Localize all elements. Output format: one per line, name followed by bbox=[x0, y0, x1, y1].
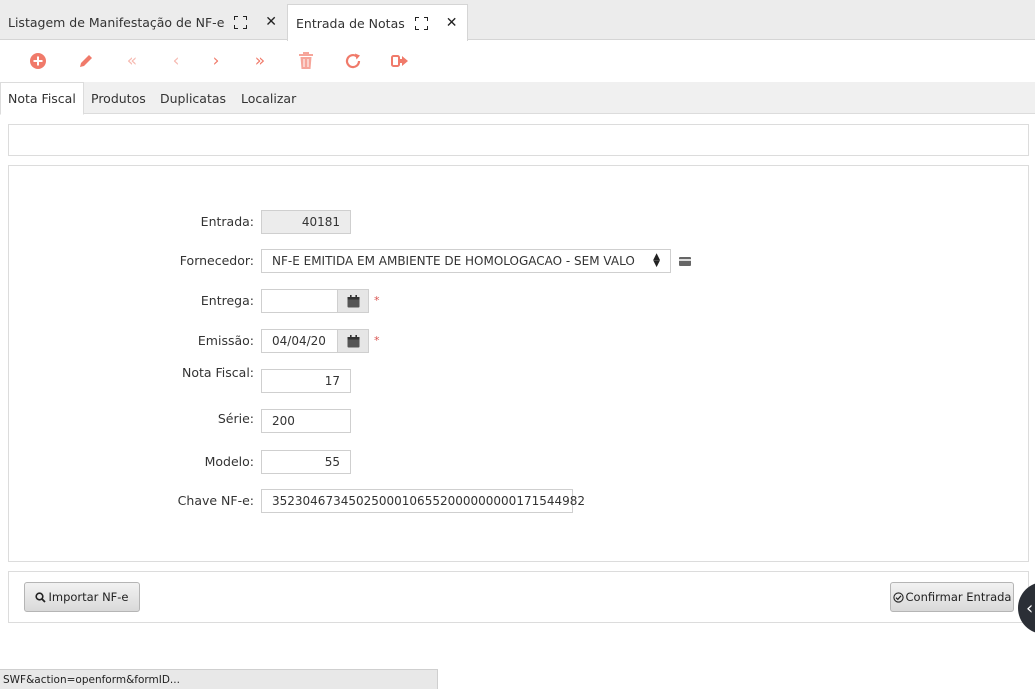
fornecedor-label: Fornecedor: bbox=[179, 253, 254, 268]
tab-nota-fiscal[interactable]: Nota Fiscal bbox=[0, 82, 84, 115]
importar-nfe-button[interactable]: Importar NF-e bbox=[24, 582, 140, 612]
info-panel bbox=[8, 124, 1029, 156]
emissao-date-input[interactable]: 04/04/20 bbox=[261, 329, 338, 353]
maximize-icon[interactable] bbox=[414, 16, 428, 30]
tab-duplicatas[interactable]: Duplicatas bbox=[160, 82, 226, 114]
tab-listagem-manifestacao[interactable]: Listagem de Manifestação de NF-e ✕ bbox=[0, 4, 285, 40]
maximize-icon[interactable] bbox=[234, 15, 248, 29]
tab-localizar[interactable]: Localizar bbox=[241, 82, 296, 114]
form-section-tabs: Nota Fiscal Produtos Duplicatas Localiza… bbox=[0, 82, 1035, 115]
serie-label: Série: bbox=[217, 411, 254, 426]
document-tab-bar: Listagem de Manifestação de NF-e ✕ Entra… bbox=[0, 0, 1035, 41]
card-icon[interactable] bbox=[679, 257, 691, 266]
select-arrows-icon: ▲ ▼ bbox=[653, 252, 660, 269]
nota-fiscal-form: Entrada: 40181 Fornecedor: NF-E EMITIDA … bbox=[8, 165, 1029, 562]
last-icon[interactable]: » bbox=[249, 50, 271, 72]
status-bar: SWF&action=openform&formID... bbox=[0, 669, 438, 689]
modelo-input[interactable]: 55 bbox=[261, 450, 351, 474]
nota-fiscal-label: Nota Fiscal: bbox=[181, 365, 254, 380]
entrega-label: Entrega: bbox=[200, 293, 254, 308]
tab-label: Listagem de Manifestação de NF-e bbox=[8, 14, 225, 30]
next-icon[interactable]: › bbox=[205, 50, 227, 72]
fornecedor-select[interactable]: NF-E EMITIDA EM AMBIENTE DE HOMOLOGACAO … bbox=[261, 249, 671, 273]
prev-icon[interactable]: ‹ bbox=[165, 50, 187, 72]
tab-produtos[interactable]: Produtos bbox=[91, 82, 146, 114]
importar-label: Importar NF-e bbox=[48, 590, 129, 604]
edit-icon[interactable] bbox=[75, 50, 97, 72]
confirmar-label: Confirmar Entrada bbox=[905, 590, 1012, 604]
nota-fiscal-input[interactable]: 17 bbox=[261, 369, 351, 393]
check-circle-icon bbox=[892, 591, 904, 603]
calendar-icon[interactable] bbox=[337, 329, 369, 353]
entrega-date-input[interactable] bbox=[261, 289, 338, 313]
entrada-label: Entrada: bbox=[200, 214, 254, 229]
exit-icon[interactable] bbox=[389, 50, 411, 72]
delete-icon[interactable] bbox=[295, 50, 317, 72]
modelo-label: Modelo: bbox=[204, 454, 254, 469]
emissao-label: Emissão: bbox=[197, 333, 254, 348]
first-icon[interactable]: « bbox=[121, 50, 143, 72]
search-icon bbox=[35, 591, 47, 603]
chave-input[interactable]: 3523046734502500010655200000000017154498… bbox=[261, 489, 585, 513]
fornecedor-value: NF-E EMITIDA EM AMBIENTE DE HOMOLOGACAO … bbox=[272, 254, 635, 268]
required-marker: * bbox=[374, 334, 380, 347]
entrada-field: 40181 bbox=[261, 210, 351, 234]
confirmar-entrada-button[interactable]: Confirmar Entrada bbox=[890, 582, 1014, 612]
record-toolbar: « ‹ › » bbox=[0, 41, 1035, 81]
add-icon[interactable] bbox=[27, 50, 49, 72]
serie-input[interactable]: 200 bbox=[261, 409, 351, 433]
refresh-icon[interactable] bbox=[342, 50, 364, 72]
action-footer: Importar NF-e Confirmar Entrada bbox=[8, 571, 1029, 623]
close-icon[interactable]: ✕ bbox=[265, 14, 277, 30]
close-icon[interactable]: ✕ bbox=[446, 15, 458, 31]
tab-label: Entrada de Notas bbox=[296, 15, 405, 31]
required-marker: * bbox=[374, 294, 380, 307]
tab-entrada-de-notas[interactable]: Entrada de Notas ✕ bbox=[287, 4, 468, 41]
chave-label: Chave NF-e: bbox=[177, 493, 254, 508]
calendar-icon[interactable] bbox=[337, 289, 369, 313]
